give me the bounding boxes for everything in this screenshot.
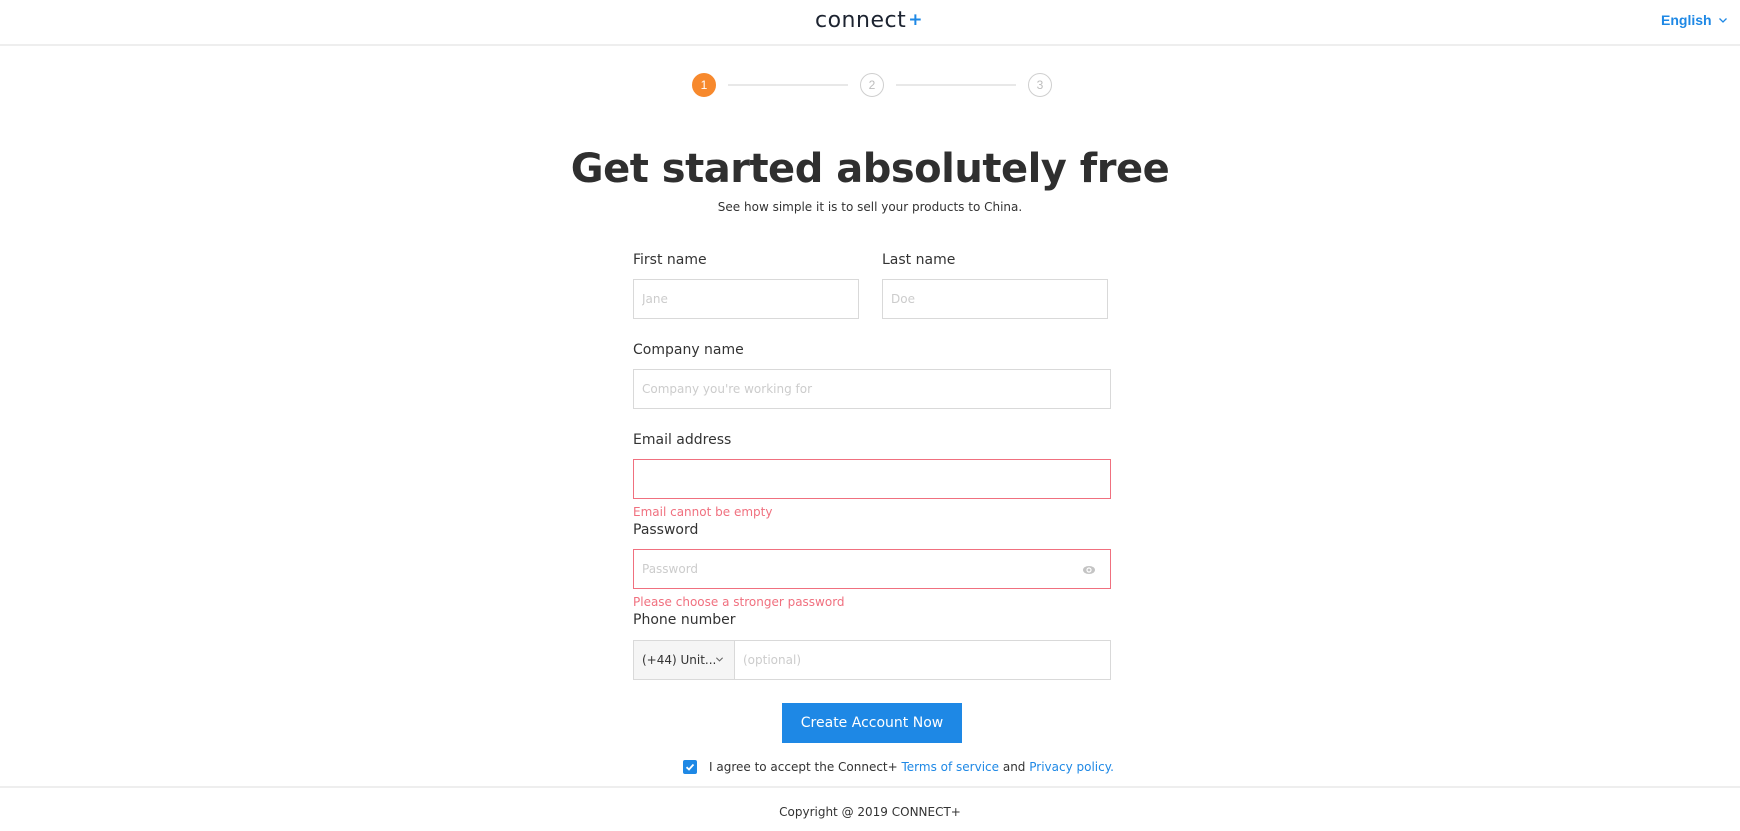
country-code-value: (+44) Unit... — [642, 653, 717, 667]
last-name-field — [882, 279, 1108, 319]
terms-agreement: I agree to accept the Connect+ Terms of … — [683, 760, 1114, 774]
logo-text: connect — [815, 8, 907, 33]
email-field — [633, 459, 1111, 499]
company-name-label: Company name — [633, 342, 744, 358]
page-subtitle: See how simple it is to sell your produc… — [717, 200, 1023, 214]
first-name-input[interactable] — [634, 280, 858, 318]
top-header: connect + English — [0, 0, 1740, 46]
agree-text: I agree to accept the Connect+ — [709, 760, 902, 774]
terms-of-service-link[interactable]: Terms of service — [902, 760, 1000, 774]
step-connector — [896, 84, 1016, 86]
email-input[interactable] — [634, 460, 1110, 498]
phone-number-field: (+44) Unit... — [633, 640, 1111, 680]
email-error-message: Email cannot be empty — [633, 505, 773, 519]
step-connector — [728, 84, 848, 86]
password-input[interactable] — [634, 550, 1110, 588]
language-label: English — [1661, 12, 1712, 28]
connect-plus-logo[interactable]: connect + — [815, 8, 923, 33]
checkmark-icon — [685, 763, 695, 771]
email-label: Email address — [633, 432, 732, 448]
company-name-input[interactable] — [634, 370, 1110, 408]
chevron-down-icon — [715, 657, 724, 662]
agree-checkbox[interactable] — [683, 760, 697, 774]
create-account-button[interactable]: Create Account Now — [782, 703, 962, 743]
password-field — [633, 549, 1111, 589]
last-name-label: Last name — [882, 252, 956, 268]
logo-plus-icon: + — [908, 10, 923, 30]
privacy-policy-link[interactable]: Privacy policy. — [1029, 760, 1114, 774]
password-error-message: Please choose a stronger password — [633, 595, 845, 609]
step-2: 2 — [860, 73, 884, 97]
company-name-field — [633, 369, 1111, 409]
show-password-eye-icon[interactable] — [1082, 564, 1096, 576]
phone-number-input[interactable] — [735, 641, 1110, 679]
phone-input-wrapper — [735, 641, 1110, 679]
agree-and-text: and — [999, 760, 1030, 774]
chevron-down-icon — [1718, 18, 1727, 23]
country-code-select[interactable]: (+44) Unit... — [634, 641, 735, 679]
first-name-field — [633, 279, 859, 319]
copyright-text: Copyright @ 2019 CONNECT+ — [779, 805, 961, 819]
phone-number-label: Phone number — [633, 612, 736, 628]
step-1: 1 — [692, 73, 716, 97]
signup-stepper: 1 2 3 — [692, 73, 1052, 97]
first-name-label: First name — [633, 252, 707, 268]
password-label: Password — [633, 522, 699, 538]
last-name-input[interactable] — [883, 280, 1107, 318]
step-3: 3 — [1028, 73, 1052, 97]
footer-divider — [0, 786, 1740, 788]
language-selector[interactable]: English — [1661, 12, 1728, 28]
page-title: Get started absolutely free — [570, 146, 1170, 192]
